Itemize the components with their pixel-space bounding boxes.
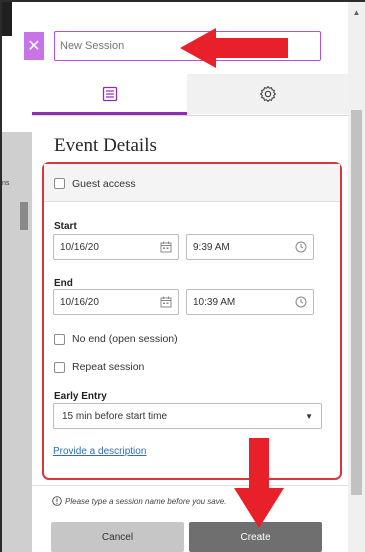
end-time-value: 10:39 AM (193, 296, 236, 308)
end-date-field[interactable]: 10/16/20 (53, 289, 179, 315)
list-icon (102, 86, 117, 102)
save-warning-text: Please type a session name before you sa… (65, 497, 227, 506)
clock-icon (295, 241, 307, 253)
start-time-field[interactable]: 9:39 AM (186, 234, 314, 260)
annotation-arrow-left-icon (180, 28, 288, 68)
form-highlight-box (42, 162, 342, 480)
background-page-content (2, 132, 32, 552)
calendar-icon (160, 241, 172, 253)
scrollbar-thumb[interactable] (351, 110, 362, 495)
tab-session-settings[interactable] (187, 74, 348, 114)
no-end-label: No end (open session) (72, 333, 178, 345)
dropdown-arrow-icon: ▼ (305, 411, 313, 421)
early-entry-label: Early Entry (54, 391, 107, 402)
clock-icon (295, 296, 307, 308)
background-page-header (2, 2, 12, 36)
footer-divider (32, 485, 348, 486)
close-icon: ✕ (27, 38, 41, 55)
start-date-value: 10/16/20 (60, 241, 99, 253)
early-entry-select[interactable]: 15 min before start time ▼ (53, 403, 322, 429)
guest-access-checkbox[interactable] (54, 178, 65, 189)
end-time-field[interactable]: 10:39 AM (186, 289, 314, 315)
repeat-session-label: Repeat session (72, 361, 145, 373)
start-time-value: 9:39 AM (193, 241, 230, 253)
no-end-checkbox[interactable] (54, 334, 65, 345)
cancel-button[interactable]: Cancel (51, 522, 184, 552)
start-label: Start (54, 221, 77, 232)
section-title: Event Details (54, 135, 157, 156)
early-entry-value: 15 min before start time (62, 410, 168, 422)
close-button[interactable]: ✕ (24, 32, 44, 60)
provide-description-link[interactable]: Provide a description (53, 446, 146, 457)
annotation-arrow-down-icon (234, 438, 284, 528)
calendar-icon (160, 296, 172, 308)
end-date-value: 10/16/20 (60, 296, 99, 308)
info-icon (52, 496, 62, 506)
background-page-element (20, 202, 28, 230)
gear-icon (259, 85, 276, 103)
scroll-up-arrow-icon[interactable]: ▲ (351, 8, 362, 18)
end-label: End (54, 278, 73, 289)
tab-event-details[interactable] (32, 74, 187, 114)
background-page-text: ns (2, 180, 10, 187)
tab-divider (32, 115, 348, 116)
guest-access-label: Guest access (72, 178, 136, 190)
start-date-field[interactable]: 10/16/20 (53, 234, 179, 260)
repeat-session-checkbox[interactable] (54, 362, 65, 373)
